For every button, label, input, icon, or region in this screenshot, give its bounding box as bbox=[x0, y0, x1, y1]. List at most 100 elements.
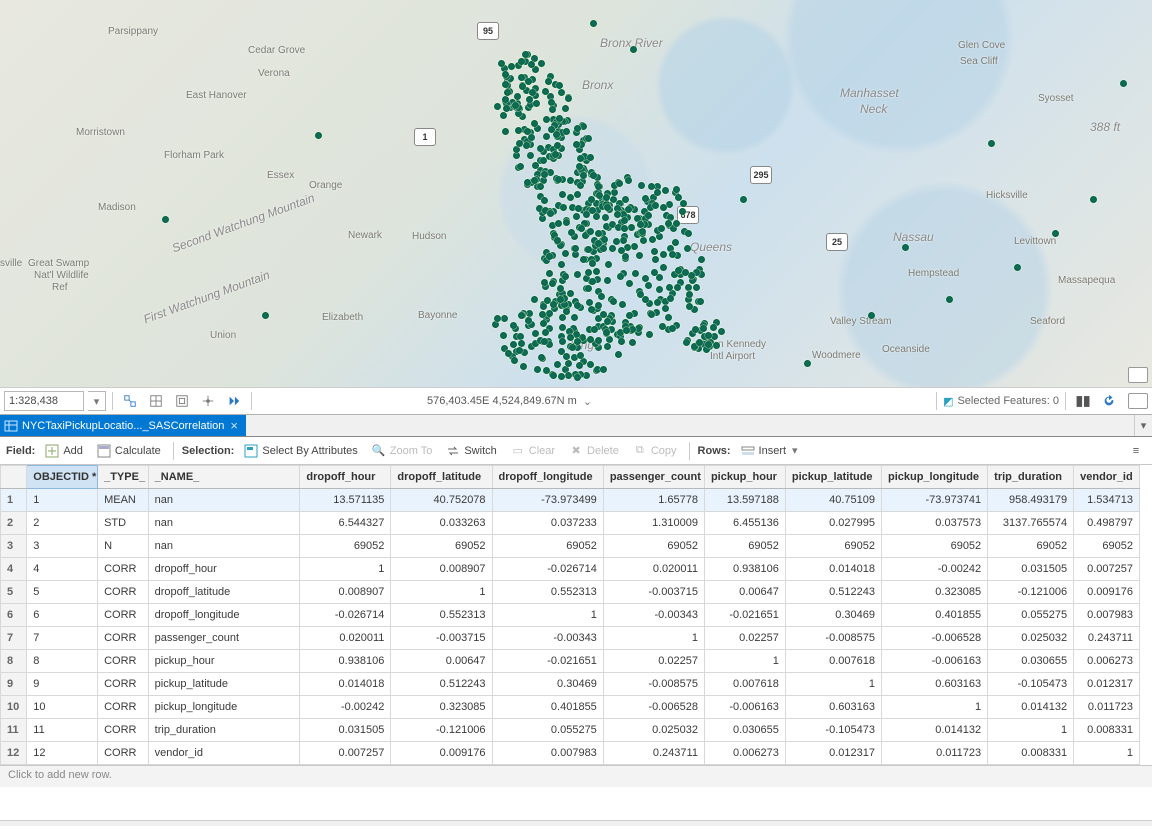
attribute-table[interactable]: OBJECTID *_TYPE__NAME_dropoff_hourdropof… bbox=[0, 465, 1152, 820]
cell[interactable]: 0.938106 bbox=[704, 558, 785, 581]
pause-drawing-icon[interactable]: ▮▮ bbox=[1072, 390, 1094, 412]
column-header[interactable]: dropoff_longitude bbox=[492, 466, 603, 489]
cell[interactable]: 0.30469 bbox=[492, 673, 603, 696]
cell[interactable]: trip_duration bbox=[148, 719, 300, 742]
cell[interactable]: 0.014132 bbox=[881, 719, 987, 742]
select-by-attributes-button[interactable]: Select By Attributes bbox=[240, 442, 361, 460]
cell[interactable]: 69052 bbox=[1074, 535, 1140, 558]
cell[interactable]: -0.008575 bbox=[603, 673, 704, 696]
cell[interactable]: 1 bbox=[704, 650, 785, 673]
table-row[interactable]: 1111CORRtrip_duration0.031505-0.1210060.… bbox=[1, 719, 1140, 742]
cell[interactable]: 0.008331 bbox=[1074, 719, 1140, 742]
cell[interactable]: 0.033263 bbox=[391, 512, 492, 535]
cell[interactable]: 69052 bbox=[492, 535, 603, 558]
cell[interactable]: MEAN bbox=[98, 489, 149, 512]
cell[interactable]: -0.00242 bbox=[881, 558, 987, 581]
cell[interactable]: -0.006163 bbox=[881, 650, 987, 673]
cell[interactable]: 0.007983 bbox=[1074, 604, 1140, 627]
cell[interactable]: pickup_longitude bbox=[148, 696, 300, 719]
table-row[interactable]: 55CORRdropoff_latitude0.00890710.552313-… bbox=[1, 581, 1140, 604]
cell[interactable]: 69052 bbox=[881, 535, 987, 558]
column-header[interactable]: passenger_count bbox=[603, 466, 704, 489]
cell[interactable]: 6.544327 bbox=[300, 512, 391, 535]
cell[interactable]: 0.055275 bbox=[492, 719, 603, 742]
table-tab-active[interactable]: NYCTaxiPickupLocatio..._SASCorrelation × bbox=[0, 415, 246, 436]
map-canvas[interactable]: ParsippanyCedar GroveVeronaEast HanoverM… bbox=[0, 0, 1152, 387]
column-header[interactable]: vendor_id bbox=[1074, 466, 1140, 489]
row-header[interactable]: 6 bbox=[1, 604, 27, 627]
cell[interactable]: -0.003715 bbox=[391, 627, 492, 650]
cell[interactable]: 0.512243 bbox=[785, 581, 881, 604]
switch-selection-button[interactable]: Switch bbox=[442, 442, 500, 460]
cell[interactable]: 0.027995 bbox=[785, 512, 881, 535]
tab-close-icon[interactable]: × bbox=[228, 418, 240, 433]
cell[interactable]: 1 bbox=[1074, 742, 1140, 765]
cell[interactable]: 0.552313 bbox=[492, 581, 603, 604]
row-header[interactable]: 1 bbox=[1, 489, 27, 512]
grid-tool-icon[interactable] bbox=[171, 390, 193, 412]
column-header[interactable]: pickup_longitude bbox=[881, 466, 987, 489]
cell[interactable]: 1.310009 bbox=[603, 512, 704, 535]
cell[interactable]: 0.008331 bbox=[988, 742, 1074, 765]
cell[interactable]: 0.323085 bbox=[881, 581, 987, 604]
cell[interactable]: 0.030655 bbox=[704, 719, 785, 742]
cell[interactable]: nan bbox=[148, 489, 300, 512]
scale-input[interactable]: 1:328,438 bbox=[4, 391, 84, 411]
cell[interactable]: 0.031505 bbox=[300, 719, 391, 742]
cell[interactable]: -0.105473 bbox=[785, 719, 881, 742]
cell[interactable]: 0.006273 bbox=[1074, 650, 1140, 673]
cell[interactable]: CORR bbox=[98, 742, 149, 765]
cell[interactable]: -0.006528 bbox=[881, 627, 987, 650]
cell[interactable]: CORR bbox=[98, 673, 149, 696]
cell[interactable]: 0.031505 bbox=[988, 558, 1074, 581]
cell[interactable]: 0.020011 bbox=[300, 627, 391, 650]
cell[interactable]: 0.012317 bbox=[1074, 673, 1140, 696]
cell[interactable]: nan bbox=[148, 535, 300, 558]
cell[interactable]: -73.973741 bbox=[881, 489, 987, 512]
calculate-field-button[interactable]: Calculate bbox=[93, 442, 165, 460]
add-row-hint[interactable]: Click to add new row. bbox=[0, 765, 1152, 787]
explore-tool-icon[interactable] bbox=[119, 390, 141, 412]
cell[interactable]: 0.007618 bbox=[704, 673, 785, 696]
cell[interactable]: 0.603163 bbox=[881, 673, 987, 696]
cell[interactable]: 6 bbox=[27, 604, 98, 627]
cell[interactable]: -0.00343 bbox=[603, 604, 704, 627]
cell[interactable]: dropoff_hour bbox=[148, 558, 300, 581]
cell[interactable]: N bbox=[98, 535, 149, 558]
table-row[interactable]: 1010CORRpickup_longitude-0.002420.323085… bbox=[1, 696, 1140, 719]
row-header[interactable]: 12 bbox=[1, 742, 27, 765]
cell[interactable]: 1 bbox=[492, 604, 603, 627]
cell[interactable]: 0.603163 bbox=[785, 696, 881, 719]
cell[interactable]: 0.323085 bbox=[391, 696, 492, 719]
cell[interactable]: dropoff_longitude bbox=[148, 604, 300, 627]
cell[interactable]: 0.007618 bbox=[785, 650, 881, 673]
column-header[interactable]: OBJECTID * bbox=[27, 466, 98, 489]
cell[interactable]: 4 bbox=[27, 558, 98, 581]
cell[interactable]: 0.007983 bbox=[492, 742, 603, 765]
cell[interactable]: CORR bbox=[98, 696, 149, 719]
cell[interactable]: 0.007257 bbox=[1074, 558, 1140, 581]
cell[interactable]: 0.037233 bbox=[492, 512, 603, 535]
cell[interactable]: 0.037573 bbox=[881, 512, 987, 535]
cell[interactable]: 0.938106 bbox=[300, 650, 391, 673]
cell[interactable]: dropoff_latitude bbox=[148, 581, 300, 604]
cell[interactable]: pickup_latitude bbox=[148, 673, 300, 696]
cell[interactable]: nan bbox=[148, 512, 300, 535]
cell[interactable]: -0.006163 bbox=[704, 696, 785, 719]
row-header[interactable]: 9 bbox=[1, 673, 27, 696]
cell[interactable]: vendor_id bbox=[148, 742, 300, 765]
select-all-corner[interactable] bbox=[1, 466, 27, 489]
cell[interactable]: pickup_hour bbox=[148, 650, 300, 673]
cell[interactable]: -0.121006 bbox=[988, 581, 1074, 604]
fixed-zoom-icon[interactable] bbox=[145, 390, 167, 412]
cell[interactable]: 0.055275 bbox=[988, 604, 1074, 627]
scale-dropdown[interactable]: ▾ bbox=[88, 391, 106, 411]
cell[interactable]: 69052 bbox=[603, 535, 704, 558]
column-header[interactable]: pickup_latitude bbox=[785, 466, 881, 489]
cell[interactable]: passenger_count bbox=[148, 627, 300, 650]
column-header[interactable]: dropoff_latitude bbox=[391, 466, 492, 489]
row-header[interactable]: 10 bbox=[1, 696, 27, 719]
cell[interactable]: 0.025032 bbox=[603, 719, 704, 742]
cell[interactable]: 1 bbox=[603, 627, 704, 650]
pan-tool-icon[interactable] bbox=[197, 390, 219, 412]
